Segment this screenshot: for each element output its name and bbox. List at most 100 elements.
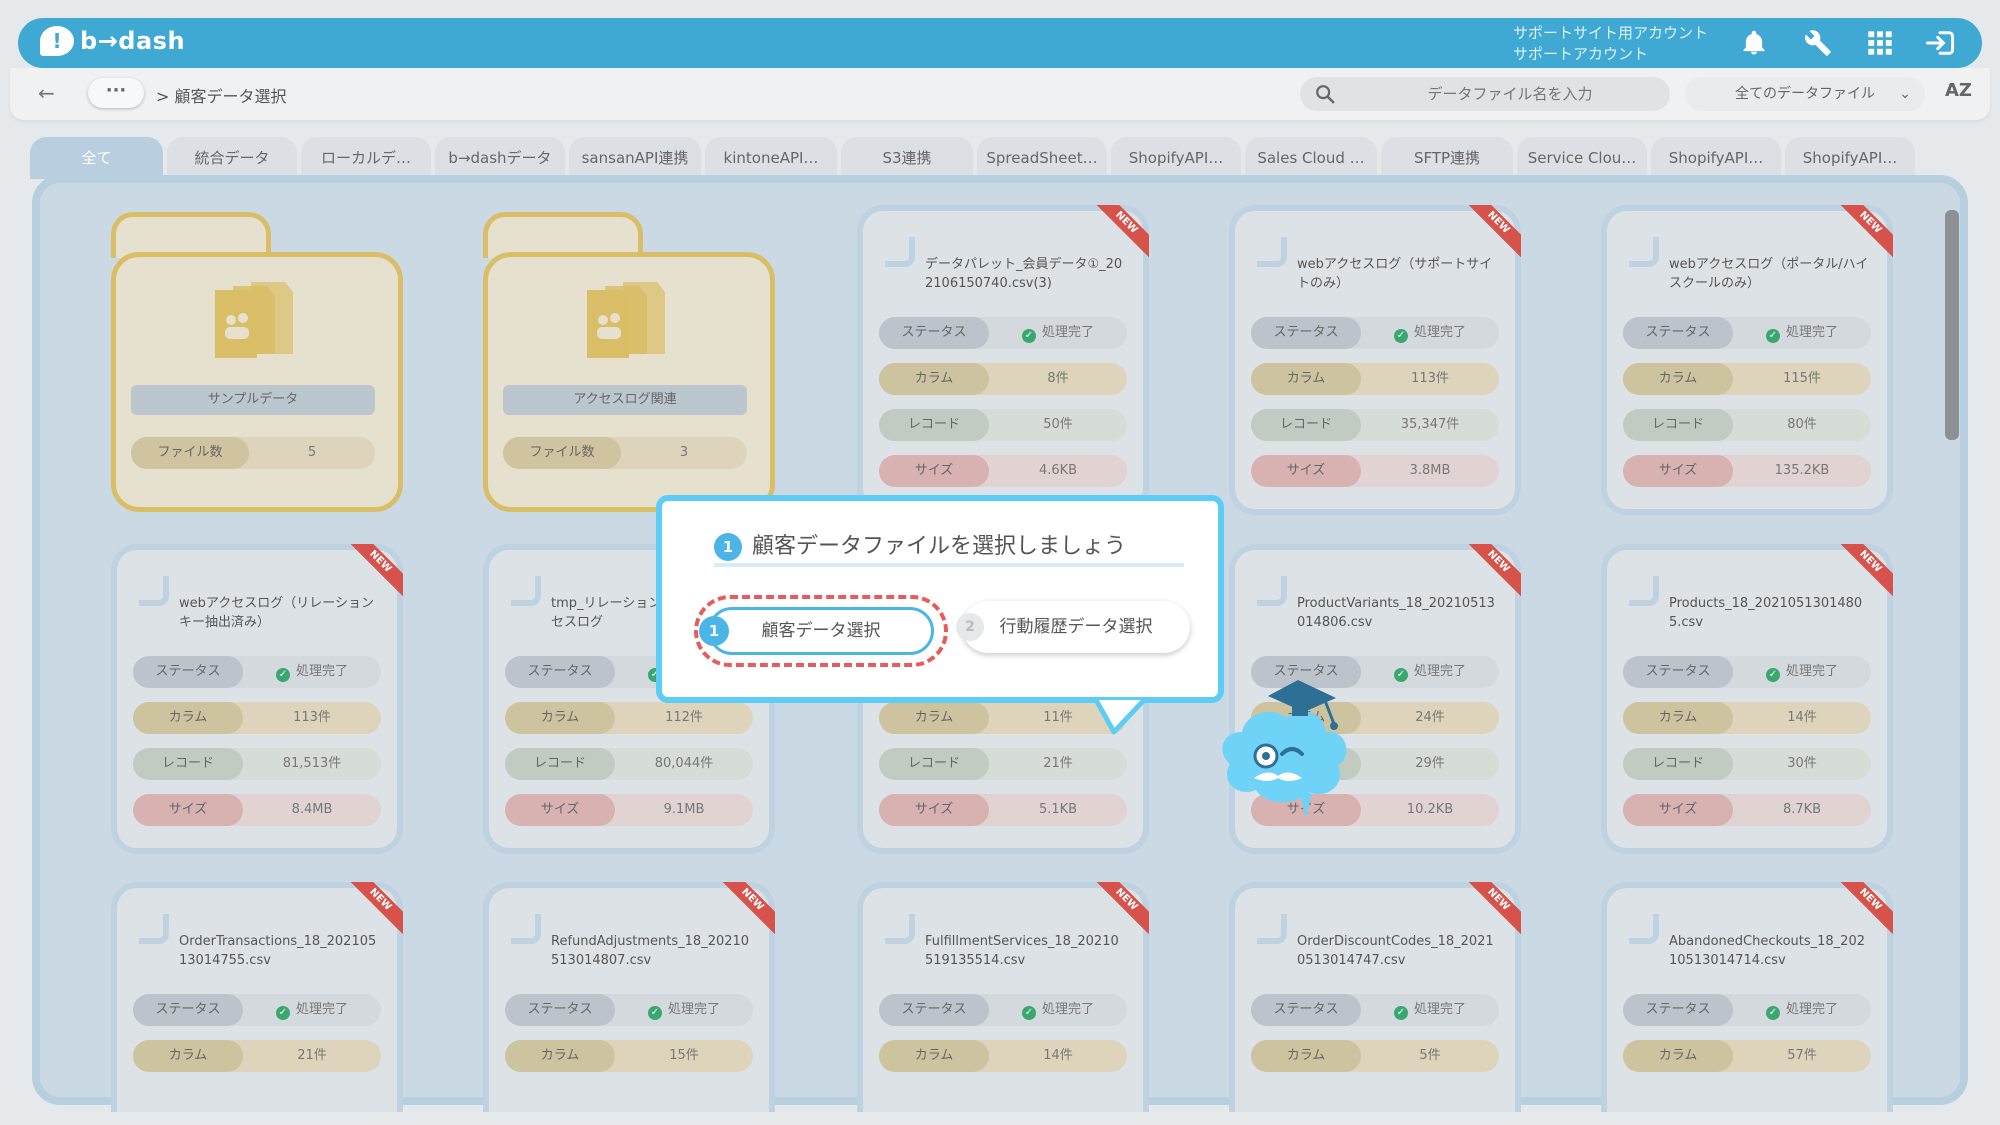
status-row: ステータス✓処理完了	[1251, 317, 1499, 349]
check-circle-icon: ✓	[1393, 668, 1408, 682]
tab-shopify-2[interactable]: ShopifyAPI…	[1651, 137, 1781, 179]
select-behavior-data-label: 行動履歴データ選択	[999, 617, 1153, 637]
bell-icon[interactable]	[1740, 29, 1768, 57]
column-row: カラム 113件	[133, 702, 381, 734]
tab-local[interactable]: ローカルデ…	[301, 137, 431, 179]
check-circle-icon: ✓	[1765, 329, 1780, 343]
popup-tail	[1094, 698, 1146, 735]
file-title: webアクセスログ（ポータル/ハイスクールのみ）	[1669, 257, 1869, 291]
file-filter-value: 全てのデータファイル	[1735, 86, 1875, 102]
folder-count-row: ファイル数 5	[131, 437, 375, 469]
tab-spreadsheet[interactable]: SpreadSheet…	[977, 137, 1107, 179]
file-title: webアクセスログ（サポートサイトのみ）	[1297, 257, 1493, 291]
status-value: ✓処理完了	[989, 317, 1127, 349]
file-title: RefundAdjustments_18_20210513014807.csv	[551, 934, 750, 968]
new-ribbon: NEW	[1097, 205, 1149, 257]
status-row: ステータス✓処理完了	[1623, 994, 1871, 1026]
tab-kintone[interactable]: kintoneAPI…	[705, 137, 837, 179]
file-filter-select[interactable]: 全てのデータファイル ⌄	[1685, 77, 1925, 111]
file-card[interactable]: NEW OrderTransactions_18_20210513014755.…	[111, 882, 403, 1112]
tab-shopify-3[interactable]: ShopifyAPI…	[1785, 137, 1915, 179]
file-card[interactable]: NEW データパレット_会員データ①_20210615074​0.csv(3) …	[857, 205, 1149, 515]
select-customer-data-button[interactable]: 1 顧客データ選択	[699, 607, 934, 655]
status-value: ✓処理完了	[1361, 317, 1499, 349]
tab-all[interactable]: 全て	[30, 137, 163, 179]
status-row: ステータス✓処理完了	[505, 994, 753, 1026]
sort-az-button[interactable]: AZ	[1945, 80, 1972, 101]
status-row: ステータス✓処理完了	[879, 317, 1127, 349]
grid-icon[interactable]	[1866, 29, 1894, 57]
file-card[interactable]: NEW RefundAdjustments_18_20210513014807.…	[483, 882, 775, 1112]
check-circle-icon: ✓	[1393, 329, 1408, 343]
file-card[interactable]: NEW Products_18_20210513014805.csv ステータス…	[1601, 544, 1893, 854]
wrench-icon[interactable]	[1804, 29, 1832, 57]
account-line-1: サポートサイト用アカウント	[1513, 24, 1709, 42]
column-row: カラム 57件	[1623, 1040, 1871, 1072]
search-box[interactable]	[1300, 77, 1670, 111]
new-ribbon: NEW	[1841, 882, 1893, 934]
column-row: カラム 15件	[505, 1040, 753, 1072]
status-row: ステータス✓処理完了	[1251, 994, 1499, 1026]
scrollbar-thumb[interactable]	[1945, 210, 1959, 440]
tab-salescloud[interactable]: Sales Cloud …	[1245, 137, 1377, 179]
back-arrow-icon[interactable]: ←	[38, 81, 55, 105]
logout-icon[interactable]	[1924, 29, 1956, 57]
column-row: カラム 14件	[879, 1040, 1127, 1072]
file-card[interactable]: NEW webアクセスログ（ポータル/ハイスクールのみ） ステータス ✓ 処理完了 …	[1601, 205, 1893, 515]
file-title: データパレット_会員データ①_20210615074​0.csv(3)	[925, 257, 1123, 291]
select-behavior-data-button[interactable]: 2 行動履歴データ選択	[956, 601, 1190, 653]
tab-sftp[interactable]: SFTP連携	[1381, 137, 1513, 179]
check-circle-icon: ✓	[1393, 1006, 1408, 1020]
folder-name: サンプルデータ	[131, 385, 375, 415]
check-circle-icon: ✓	[1021, 329, 1036, 343]
new-ribbon: NEW	[1097, 882, 1149, 934]
b-dash-logo[interactable]: ! b→dash	[40, 26, 185, 56]
file-title: OrderTransactions_18_20210513014755.csv	[179, 934, 377, 968]
column-row: カラム 5件	[1251, 1040, 1499, 1072]
record-row: レコード 50件	[879, 409, 1127, 441]
tutorial-popup: 1 顧客データファイルを選択しましょう 1 顧客データ選択 2 行動履歴データ選…	[656, 495, 1224, 703]
app-header: ! b→dash サポートサイト用アカウント サポートアカウント	[18, 18, 1982, 68]
status-value: ✓処理完了	[1733, 317, 1871, 349]
file-card[interactable]: NEW webアクセスログ（サポートサイトのみ） ステータス ✓ 処理完了 カラム 1…	[1229, 205, 1521, 515]
new-ribbon: NEW	[351, 882, 403, 934]
status-value: ✓処理完了	[1733, 994, 1871, 1026]
status-value: ✓処理完了	[1361, 994, 1499, 1026]
tab-sansan[interactable]: sansanAPI連携	[569, 137, 701, 179]
status-row: ステータス✓処理完了	[133, 994, 381, 1026]
status-value: ✓処理完了	[989, 994, 1127, 1026]
file-card[interactable]: NEW webアクセスログ（リレーションキー抽出済み） ステータス ✓ 処理完了 カ…	[111, 544, 403, 854]
folder-name: アクセスログ関連	[503, 385, 747, 415]
check-circle-icon: ✓	[275, 1006, 290, 1020]
column-row: カラム 113件	[1251, 363, 1499, 395]
status-row: ステータス✓処理完了	[1623, 656, 1871, 688]
column-row: カラム 14件	[1623, 702, 1871, 734]
file-card[interactable]: NEW FulfillmentServices_18_2021051913551…	[857, 882, 1149, 1112]
folder-card[interactable]: サンプルデータ ファイル数 5	[111, 212, 403, 512]
breadcrumb-more-button[interactable]: ···	[88, 78, 144, 108]
tab-shopify-1[interactable]: ShopifyAPI…	[1111, 137, 1241, 179]
search-input[interactable]	[1360, 77, 1660, 111]
column-row: カラム 11件	[879, 702, 1127, 734]
check-circle-icon: ✓	[1765, 1006, 1780, 1020]
file-title: webアクセスログ（リレーションキー抽出済み）	[179, 596, 374, 630]
column-row: カラム 21件	[133, 1040, 381, 1072]
folder-card[interactable]: アクセスログ関連 ファイル数 3	[483, 212, 775, 512]
file-card[interactable]: NEW OrderDiscountCodes_18_20210513014747…	[1229, 882, 1521, 1112]
record-row: レコード 35,347件	[1251, 409, 1499, 441]
file-title: AbandonedCheckouts_18_20210513014714.csv	[1669, 934, 1865, 968]
tab-bdash[interactable]: b→dashデータ	[435, 137, 565, 179]
tab-integrated[interactable]: 統合データ	[167, 137, 297, 179]
select-customer-data-label: 顧客データ選択	[761, 621, 881, 641]
account-info: サポートサイト用アカウント サポートアカウント	[1513, 23, 1708, 65]
tab-s3[interactable]: S3連携	[841, 137, 973, 179]
file-title: FulfillmentServices_18_20210519135514.cs…	[925, 934, 1119, 968]
size-row: サイズ 8.4MB	[133, 794, 381, 826]
logo-text: b→dash	[80, 27, 186, 55]
popup-title: 1 顧客データファイルを選択しましょう	[714, 531, 1184, 567]
toolbar: ← ··· > 顧客データ選択 全てのデータファイル ⌄ AZ	[10, 68, 1990, 120]
new-ribbon: NEW	[1469, 544, 1521, 596]
new-ribbon: NEW	[1841, 205, 1893, 257]
file-card[interactable]: NEW AbandonedCheckouts_18_20210513014714…	[1601, 882, 1893, 1112]
tab-servicecloud[interactable]: Service Clou…	[1517, 137, 1647, 179]
